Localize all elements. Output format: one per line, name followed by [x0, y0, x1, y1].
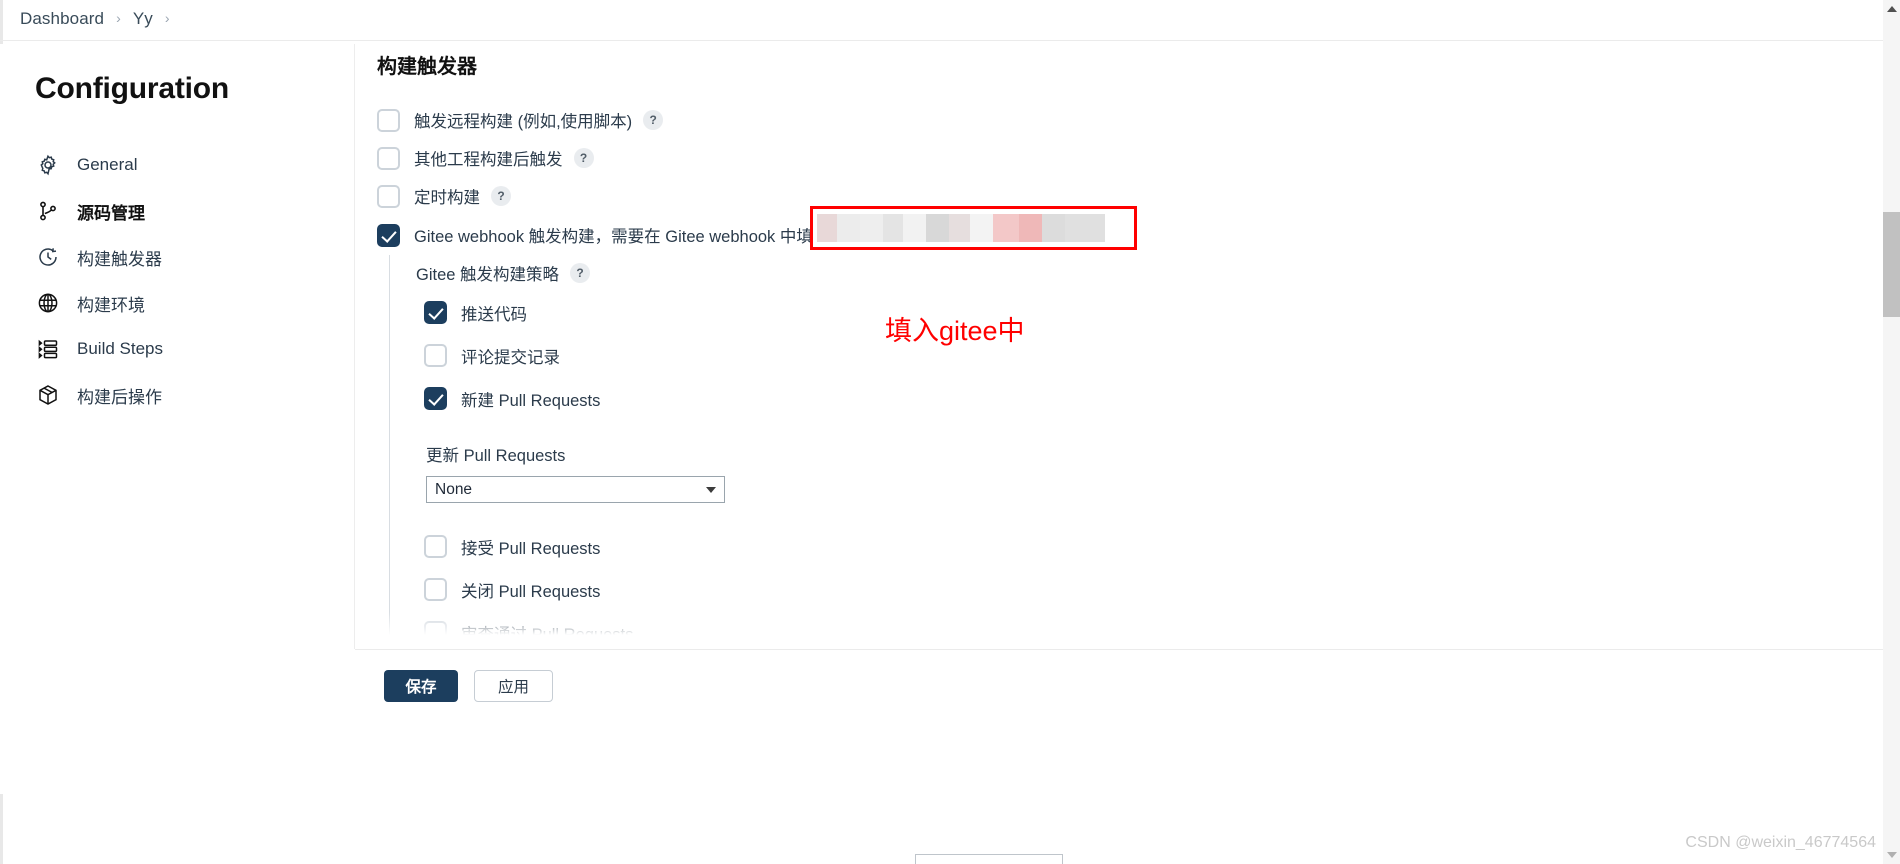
strategy-label: 评论提交记录: [461, 348, 560, 367]
partial-field-below-fold: [915, 854, 1063, 864]
strategy-label: 推送代码: [461, 305, 527, 324]
checkbox-trigger-gitee-webhook[interactable]: [377, 223, 400, 247]
help-icon[interactable]: ?: [573, 148, 594, 168]
sidebar-item-label: 构建后操作: [77, 387, 162, 407]
breadcrumb-separator-icon: ›: [116, 10, 121, 26]
sidebar-item-general[interactable]: General: [33, 142, 333, 188]
help-icon[interactable]: ?: [570, 263, 591, 283]
gitee-strategy-label: Gitee 触发构建策略: [416, 266, 560, 284]
trigger-row-after-other-projects: 其他工程构建后触发 ?: [377, 139, 1577, 177]
page-root: Dashboard › Yy › Configuration General 源…: [0, 0, 1900, 864]
section-title: 构建触发器: [377, 56, 477, 78]
apply-button[interactable]: 应用: [474, 670, 553, 702]
update-pr-select[interactable]: None: [426, 476, 725, 503]
page-title: Configuration: [35, 72, 230, 105]
breadcrumb-separator-icon: ›: [164, 10, 170, 26]
strategy-row-new-pull-requests: 新建 Pull Requests: [414, 377, 1577, 420]
breadcrumb: Dashboard › Yy ›: [20, 9, 182, 29]
sidebar: Configuration General 源码管理 构建触发器 构建环境 Bu…: [0, 44, 355, 794]
annotation-text: 填入gitee中: [885, 316, 1025, 346]
sidebar-nav: General 源码管理 构建触发器 构建环境 Build Steps 构建后操…: [33, 142, 333, 418]
checkbox-trigger-scheduled-build[interactable]: [377, 184, 400, 208]
gitee-strategy-label-row: Gitee 触发构建策略 ?: [414, 255, 1577, 291]
mosaic-block: [1041, 214, 1065, 242]
chevron-down-icon: [706, 486, 716, 493]
vertical-scrollbar[interactable]: [1883, 0, 1900, 864]
checkbox-pr-review-passed[interactable]: [424, 621, 447, 644]
checkbox-trigger-remote-build[interactable]: [377, 108, 400, 132]
update-pr-label: 更新 Pull Requests: [426, 447, 566, 465]
pr-action-label: 关闭 Pull Requests: [461, 582, 601, 601]
checkbox-pr-close[interactable]: [424, 578, 447, 601]
mosaic-block: [992, 214, 1019, 242]
gitee-webhook-label: Gitee webhook 触发构建，需要在 Gitee webhook 中填写…: [414, 228, 872, 246]
pr-row-accept: 接受 Pull Requests: [414, 525, 1577, 568]
checkbox-strategy-comment-commit[interactable]: [424, 344, 447, 367]
header-divider: [0, 40, 1900, 41]
scroll-up-arrow-icon[interactable]: [1887, 6, 1897, 12]
trigger-row-remote-build: 触发远程构建 (例如,使用脚本) ?: [377, 101, 1577, 139]
breadcrumb-item-dashboard[interactable]: Dashboard: [20, 9, 104, 29]
mosaic-block: [1064, 214, 1105, 242]
source-control-icon: [35, 198, 61, 224]
sidebar-item-build-steps[interactable]: Build Steps: [33, 326, 333, 372]
list-icon: [35, 336, 61, 362]
help-icon[interactable]: ?: [643, 110, 664, 130]
watermark: CSDN @weixin_46774564: [1685, 834, 1876, 851]
sidebar-item-build-triggers[interactable]: 构建触发器: [33, 234, 333, 280]
help-icon[interactable]: ?: [491, 186, 511, 206]
gear-icon: [35, 152, 61, 178]
sidebar-item-label: General: [77, 155, 138, 174]
sidebar-item-label: 构建环境: [77, 295, 145, 315]
pr-row-review-passed: 审查通过 Pull Requests: [414, 611, 1577, 649]
sidebar-item-label: 构建触发器: [77, 249, 162, 269]
sidebar-item-label: 源码管理: [77, 203, 145, 223]
mosaic-block: [860, 214, 884, 242]
pr-row-close: 关闭 Pull Requests: [414, 568, 1577, 611]
strategy-label: 新建 Pull Requests: [461, 391, 601, 410]
package-icon: [35, 382, 61, 408]
update-pr-selected-value: None: [435, 480, 473, 498]
sidebar-item-source-control[interactable]: 源码管理: [33, 188, 333, 234]
mosaic-block: [883, 214, 904, 242]
mosaic-block: [1018, 214, 1042, 242]
sidebar-item-label: Build Steps: [77, 339, 163, 358]
save-button[interactable]: 保存: [384, 670, 458, 702]
checkbox-strategy-push-code[interactable]: [424, 301, 447, 324]
pr-action-label: 接受 Pull Requests: [461, 539, 601, 558]
main-content: 构建触发器 触发远程构建 (例如,使用脚本) ? 其他工程构建后触发 ? 定时构…: [355, 44, 1845, 649]
mosaic-block: [903, 214, 927, 242]
checkbox-pr-accept[interactable]: [424, 535, 447, 558]
scroll-down-arrow-icon[interactable]: [1887, 852, 1897, 858]
trigger-label: 触发远程构建 (例如,使用脚本): [414, 113, 633, 131]
mosaic-block: [949, 214, 970, 242]
footer-action-bar: 保存 应用: [355, 649, 1900, 864]
checkbox-strategy-new-pull-requests[interactable]: [424, 387, 447, 410]
webhook-url-value-redacted[interactable]: [817, 214, 1105, 242]
clock-icon: [35, 244, 61, 270]
scrollbar-thumb[interactable]: [1883, 212, 1900, 317]
checkbox-trigger-after-other-projects[interactable]: [377, 146, 400, 170]
trigger-label: 其他工程构建后触发: [414, 151, 563, 169]
trigger-list: 触发远程构建 (例如,使用脚本) ? 其他工程构建后触发 ? 定时构建 ? Gi…: [377, 101, 1577, 649]
globe-icon: [35, 290, 61, 316]
mosaic-block: [926, 214, 950, 242]
sidebar-item-post-build-actions[interactable]: 构建后操作: [33, 372, 333, 418]
mosaic-block: [837, 214, 861, 242]
sidebar-item-build-environment[interactable]: 构建环境: [33, 280, 333, 326]
breadcrumb-item-yy[interactable]: Yy: [133, 9, 153, 29]
update-pr-field: 更新 Pull Requests None: [414, 442, 1577, 503]
mosaic-block: [969, 214, 993, 242]
trigger-label: 定时构建: [414, 189, 480, 207]
pr-action-label: 审查通过 Pull Requests: [461, 625, 634, 644]
mosaic-block: [817, 214, 838, 242]
